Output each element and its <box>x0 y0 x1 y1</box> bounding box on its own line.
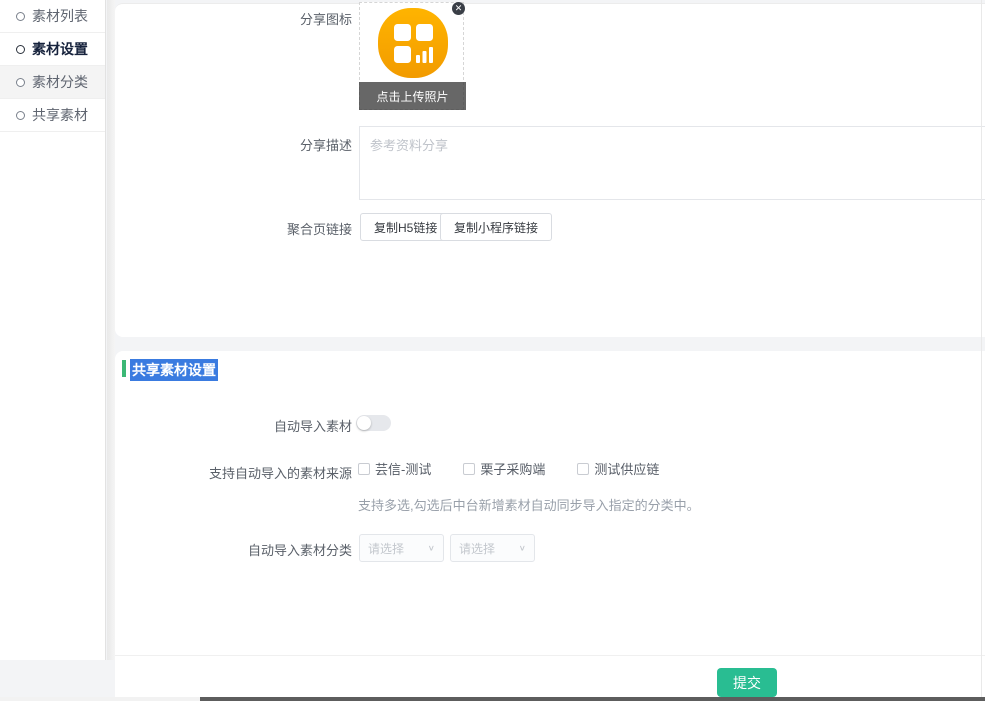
import-category-label: 自动导入素材分类 <box>200 540 352 559</box>
radio-icon <box>16 45 25 54</box>
share-desc-textarea[interactable] <box>359 126 985 200</box>
import-sources-label: 支持自动导入的素材来源 <box>180 463 352 482</box>
auto-import-toggle[interactable] <box>356 415 391 431</box>
auto-import-label: 自动导入素材 <box>200 416 352 435</box>
share-icon-upload-box[interactable]: 点击上传照片 <box>359 2 464 110</box>
sidebar-item-label: 素材列表 <box>32 6 88 26</box>
grid-chart-icon <box>377 7 449 79</box>
footer-bar <box>115 655 985 697</box>
chevron-down-icon: ∨ <box>519 544 526 553</box>
select-placeholder: 请选择 <box>459 540 495 557</box>
import-sources-hint: 支持多选,勾选后中台新增素材自动同步导入指定的分类中。 <box>358 495 700 514</box>
checkbox-label: 栗子采购端 <box>480 459 545 478</box>
sidebar-item-label: 共享素材 <box>32 105 88 125</box>
checkbox-source-lizi-purchase[interactable]: 栗子采购端 <box>463 459 545 478</box>
uploaded-share-icon <box>360 3 465 83</box>
sidebar-item-label: 素材设置 <box>32 39 88 59</box>
toggle-knob <box>357 416 371 430</box>
section-accent-bar <box>122 360 126 377</box>
sidebar-divider <box>107 0 115 660</box>
copy-h5-link-button[interactable]: 复制H5链接 <box>360 213 451 241</box>
radio-icon <box>16 12 25 21</box>
horizontal-scrollbar-thumb[interactable] <box>200 697 985 701</box>
sidebar-item-material-list[interactable]: 素材列表 <box>0 0 105 33</box>
radio-icon <box>16 111 25 120</box>
select-placeholder: 请选择 <box>368 540 404 557</box>
import-sources-group: 芸信-测试 栗子采购端 测试供应链 <box>358 459 691 478</box>
share-desc-label: 分享描述 <box>200 135 352 154</box>
checkbox-icon <box>358 463 370 475</box>
sidebar-item-shared-material[interactable]: 共享素材 <box>0 99 105 132</box>
radio-icon <box>16 78 25 87</box>
checkbox-icon <box>577 463 589 475</box>
checkbox-icon <box>463 463 475 475</box>
aggregate-link-label: 聚合页链接 <box>200 219 352 238</box>
close-icon[interactable]: ✕ <box>452 2 465 15</box>
section-title: 共享素材设置 <box>130 359 218 381</box>
upload-caption: 点击上传照片 <box>359 82 466 110</box>
submit-button[interactable]: 提交 <box>717 668 777 697</box>
category-select-level1[interactable]: 请选择 ∨ <box>359 534 444 562</box>
horizontal-scrollbar[interactable] <box>0 697 985 701</box>
sidebar: 素材列表 素材设置 素材分类 共享素材 <box>0 0 106 660</box>
copy-miniprogram-link-button[interactable]: 复制小程序链接 <box>440 213 552 241</box>
sidebar-item-material-settings[interactable]: 素材设置 <box>0 33 105 66</box>
vertical-scrollbar-track <box>981 0 982 697</box>
sidebar-item-label: 素材分类 <box>32 72 88 92</box>
checkbox-source-test-supply-chain[interactable]: 测试供应链 <box>577 459 659 478</box>
share-icon-label: 分享图标 <box>200 9 352 28</box>
checkbox-label: 芸信-测试 <box>375 459 431 478</box>
checkbox-source-yunxin-test[interactable]: 芸信-测试 <box>358 459 431 478</box>
chevron-down-icon: ∨ <box>428 544 435 553</box>
sidebar-item-material-category[interactable]: 素材分类 <box>0 66 105 99</box>
category-select-level2[interactable]: 请选择 ∨ <box>450 534 535 562</box>
checkbox-label: 测试供应链 <box>594 459 659 478</box>
